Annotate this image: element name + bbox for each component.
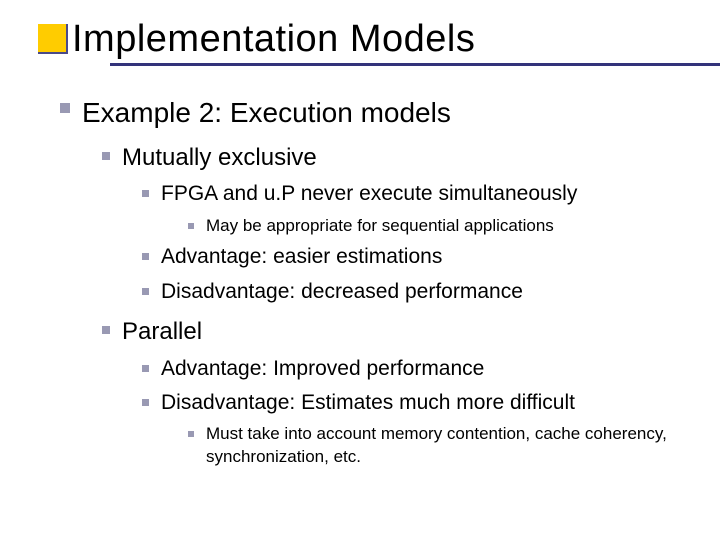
bullet-level4: Must take into account memory contention…	[60, 423, 690, 469]
title-underline	[110, 63, 720, 66]
bullet-level2: Parallel	[60, 316, 690, 348]
bullet-level4: May be appropriate for sequential applic…	[60, 215, 690, 238]
square-bullet-icon	[142, 190, 149, 197]
square-bullet-icon	[102, 152, 110, 160]
bullet-level3: Advantage: Improved performance	[60, 355, 690, 383]
slide-title: Implementation Models	[72, 18, 720, 61]
square-bullet-icon	[142, 365, 149, 372]
square-bullet-icon	[142, 253, 149, 260]
bullet-level2: Mutually exclusive	[60, 142, 690, 174]
title-ornament	[38, 24, 68, 54]
bullet-text: FPGA and u.P never execute simultaneousl…	[161, 180, 690, 208]
bullet-level3: Advantage: easier estimations	[60, 243, 690, 271]
bullet-text: Example 2: Execution models	[82, 94, 690, 132]
bullet-text: Mutually exclusive	[122, 142, 690, 174]
square-bullet-icon	[188, 223, 194, 229]
square-bullet-icon	[142, 399, 149, 406]
bullet-level3: FPGA and u.P never execute simultaneousl…	[60, 180, 690, 208]
bullet-text: Must take into account memory contention…	[206, 423, 690, 469]
bullet-level3: Disadvantage: Estimates much more diffic…	[60, 389, 690, 417]
bullet-level3: Disadvantage: decreased performance	[60, 278, 690, 306]
square-bullet-icon	[102, 326, 110, 334]
bullet-text: Advantage: Improved performance	[161, 355, 690, 383]
title-area: Implementation Models	[0, 0, 720, 66]
square-bullet-icon	[188, 431, 194, 437]
slide-body: Example 2: Execution models Mutually exc…	[0, 66, 720, 469]
bullet-text: May be appropriate for sequential applic…	[206, 215, 690, 238]
square-bullet-icon	[142, 288, 149, 295]
bullet-text: Parallel	[122, 316, 690, 348]
bullet-text: Disadvantage: Estimates much more diffic…	[161, 389, 690, 417]
bullet-text: Advantage: easier estimations	[161, 243, 690, 271]
bullet-text: Disadvantage: decreased performance	[161, 278, 690, 306]
bullet-level1: Example 2: Execution models	[60, 94, 690, 132]
square-bullet-icon	[60, 103, 70, 113]
